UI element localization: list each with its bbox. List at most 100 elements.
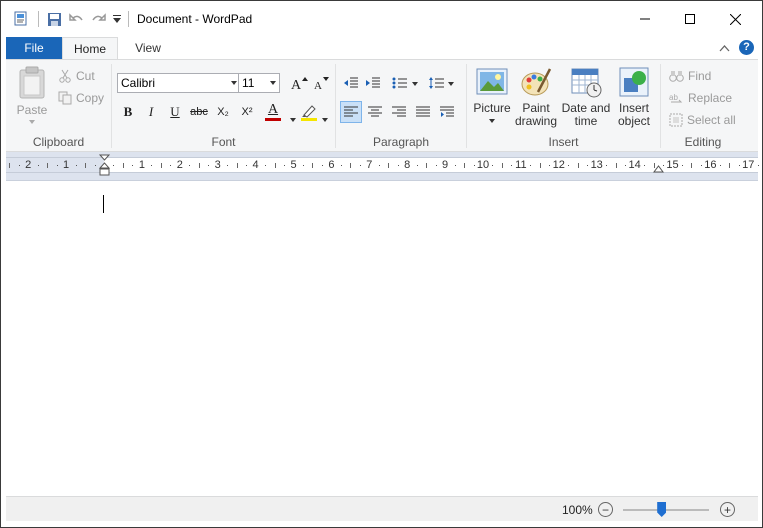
cut-button[interactable]: Cut	[58, 66, 95, 86]
right-indent-marker[interactable]	[653, 162, 664, 176]
ruler[interactable]: 2 1 1 2 3 4 5 6 7 8 9 10 11 12 13 14 15 16 17	[6, 152, 759, 181]
clipboard-group: Paste Cut Copy Clipboard	[6, 60, 111, 152]
font-color-letter: A	[267, 102, 279, 117]
replace-label: Replace	[688, 91, 733, 105]
paste-dropdown-icon	[29, 120, 35, 124]
tab-view[interactable]: View	[121, 37, 175, 59]
ruler-tick	[265, 165, 267, 166]
italic-button[interactable]: I	[140, 101, 162, 123]
window-title: Document - WordPad	[137, 12, 253, 26]
ruler-tick	[397, 165, 399, 166]
superscript-button[interactable]: X²	[236, 101, 258, 123]
find-button[interactable]: Find	[669, 66, 711, 86]
help-icon[interactable]: ?	[739, 40, 754, 55]
subscript-button[interactable]: X₂	[212, 101, 234, 123]
document-area[interactable]	[6, 181, 758, 496]
replace-button[interactable]: ab Replace	[669, 88, 732, 108]
ruler-tick	[113, 165, 115, 166]
ruler-number: 9	[442, 159, 449, 171]
align-center-button[interactable]	[364, 101, 386, 123]
ruler-tick	[501, 163, 503, 168]
ruler-tick	[511, 165, 513, 166]
font-size-select[interactable]: 11	[238, 73, 280, 93]
font-size-value: 11	[242, 76, 255, 90]
font-family-select[interactable]: Calibri	[117, 73, 241, 93]
paste-button[interactable]: Paste	[14, 66, 50, 124]
copy-button[interactable]: Copy	[58, 88, 104, 108]
highlight-swatch	[301, 117, 317, 121]
ruler-tick	[170, 165, 172, 166]
ruler-tick	[644, 165, 646, 166]
cut-label: Cut	[76, 69, 95, 83]
bullets-button[interactable]	[390, 72, 420, 94]
align-left-button[interactable]	[340, 101, 362, 123]
justify-button[interactable]	[412, 101, 434, 123]
ruler-tick	[691, 163, 693, 168]
replace-icon: ab	[669, 93, 683, 103]
ruler-tick	[85, 163, 87, 168]
customize-qat-icon[interactable]	[113, 9, 121, 29]
shrink-font-button[interactable]: A	[311, 72, 333, 94]
align-left-icon	[344, 106, 358, 117]
grow-font-icon: A	[291, 77, 308, 90]
ruler-tick	[719, 165, 721, 166]
picture-button[interactable]: Picture	[472, 66, 512, 123]
first-line-indent-marker[interactable]	[98, 154, 111, 179]
copy-icon	[58, 91, 72, 105]
increase-indent-button[interactable]	[362, 72, 384, 94]
ruler-tick	[388, 163, 390, 168]
paragraph-settings-button[interactable]	[436, 101, 458, 123]
app-icon[interactable]	[13, 9, 29, 29]
ruler-strip: 2 1 1 2 3 4 5 6 7 8 9 10 11 12 13 14 15 16 17	[6, 157, 759, 173]
ruler-tick	[568, 165, 570, 166]
decrease-indent-button[interactable]	[340, 72, 362, 94]
grow-font-button[interactable]: A	[289, 72, 311, 94]
justify-icon	[416, 106, 430, 117]
zoom-out-button[interactable]: −	[598, 502, 613, 517]
highlight-button[interactable]	[298, 101, 320, 123]
close-button[interactable]	[712, 1, 758, 37]
insert-object-button[interactable]: Insert object	[613, 66, 655, 128]
ruler-number: 11	[515, 159, 527, 171]
ruler-tick	[274, 163, 276, 168]
underline-button[interactable]: U	[164, 101, 186, 123]
redo-icon[interactable]	[91, 9, 106, 29]
ruler-tick	[246, 165, 248, 166]
editing-group: Find ab Replace Select all Editing	[661, 60, 745, 152]
highlight-dropdown-icon[interactable]	[322, 111, 328, 125]
paint-drawing-button[interactable]: Paint drawing	[513, 66, 559, 128]
zoom-in-button[interactable]: +	[720, 502, 735, 517]
font-color-button[interactable]: A	[262, 101, 284, 123]
close-icon	[729, 13, 741, 25]
bullet-list-icon	[392, 77, 418, 89]
ruler-number: 1	[63, 159, 70, 171]
bold-button[interactable]: B	[117, 101, 139, 123]
ruler-tick	[284, 165, 286, 166]
tab-home[interactable]: Home	[62, 37, 118, 60]
insert-object-icon	[619, 67, 649, 97]
ruler-tick	[198, 163, 200, 168]
ruler-tick	[700, 165, 702, 166]
minimize-ribbon-icon[interactable]	[719, 41, 730, 55]
strikethrough-button[interactable]: abc	[188, 101, 210, 123]
undo-icon[interactable]	[69, 9, 84, 29]
calendar-clock-icon	[571, 68, 602, 98]
minimize-button[interactable]	[622, 1, 668, 37]
insert-object-label-2: object	[617, 114, 651, 128]
select-all-button[interactable]: Select all	[669, 110, 736, 130]
font-color-dropdown-icon[interactable]	[290, 111, 296, 125]
maximize-button[interactable]	[667, 1, 713, 37]
ruler-tick	[492, 165, 494, 166]
zoom-slider-thumb[interactable]	[657, 502, 667, 517]
save-icon[interactable]	[47, 9, 62, 29]
picture-icon	[476, 68, 508, 95]
align-right-button[interactable]	[388, 101, 410, 123]
date-time-button[interactable]: Date and time	[561, 66, 611, 128]
line-spacing-button[interactable]	[426, 72, 456, 94]
tab-file[interactable]: File	[6, 37, 62, 59]
paint-drawing-label-2: drawing	[514, 114, 558, 128]
ruler-tick	[587, 165, 589, 166]
ruler-tick	[435, 165, 437, 166]
line-spacing-icon	[429, 77, 454, 89]
ruler-tick	[151, 165, 153, 166]
